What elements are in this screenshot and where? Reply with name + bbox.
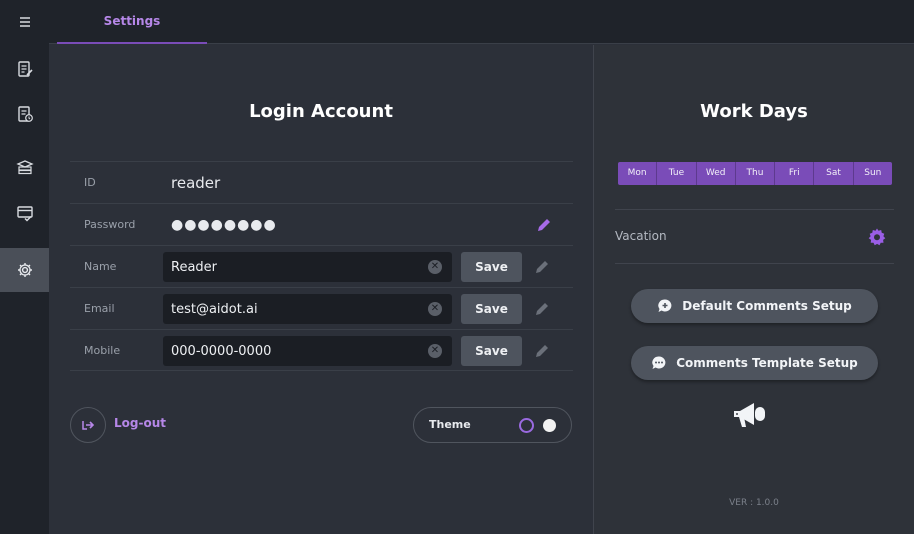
email-row: Email ✕ Save <box>70 287 573 329</box>
name-field: ✕ <box>163 252 452 282</box>
name-row: Name ✕ Save <box>70 245 573 287</box>
default-comments-setup-label: Default Comments Setup <box>682 299 852 313</box>
email-input[interactable] <box>163 294 423 324</box>
megaphone-icon[interactable] <box>731 399 769 433</box>
mobile-input[interactable] <box>163 336 423 366</box>
mobile-row: Mobile ✕ Save <box>70 329 573 371</box>
id-value: reader <box>171 174 221 192</box>
day-sat[interactable]: Sat <box>814 162 854 185</box>
theme-toggle[interactable]: Theme <box>413 407 572 443</box>
logout-icon <box>82 421 95 430</box>
comment-add-icon <box>658 299 672 312</box>
day-wed[interactable]: Wed <box>697 162 736 185</box>
vacation-settings-icon[interactable] <box>867 227 887 247</box>
sidebar-item-settings[interactable] <box>0 248 49 292</box>
card-check-icon <box>16 206 33 222</box>
work-days-selector: Mon Tue Wed Thu Fri Sat Sun <box>618 162 892 185</box>
login-account-title: Login Account <box>249 101 393 122</box>
divider <box>615 263 894 264</box>
day-tue[interactable]: Tue <box>657 162 697 185</box>
sidebar-item-edit[interactable] <box>0 47 49 91</box>
sidebar <box>0 0 49 534</box>
name-input[interactable] <box>163 252 423 282</box>
menu-icon <box>19 17 30 27</box>
edit-email-icon[interactable] <box>534 301 550 317</box>
mobile-label: Mobile <box>84 344 121 357</box>
graduation-cap-icon <box>15 160 34 175</box>
id-row: ID reader <box>70 161 573 203</box>
clear-mobile-icon[interactable]: ✕ <box>428 344 442 358</box>
comment-dots-icon <box>652 356 666 369</box>
vacation-label: Vacation <box>615 229 667 243</box>
day-sun[interactable]: Sun <box>854 162 892 185</box>
password-value: ●●●●●●●● <box>171 217 277 233</box>
comments-template-setup-button[interactable]: Comments Template Setup <box>631 346 878 380</box>
edit-mobile-icon[interactable] <box>534 343 550 359</box>
menu-button[interactable] <box>0 0 49 44</box>
email-label: Email <box>84 302 115 315</box>
password-row: Password ●●●●●●●● <box>70 203 573 245</box>
save-name-button[interactable]: Save <box>461 252 522 282</box>
theme-option-dark[interactable] <box>519 418 534 433</box>
edit-name-icon[interactable] <box>534 259 550 275</box>
mobile-field: ✕ <box>163 336 452 366</box>
edit-password-icon[interactable] <box>536 217 552 233</box>
login-account-panel: Login Account ID reader Password ●●●●●●●… <box>49 45 593 534</box>
id-label: ID <box>84 176 96 189</box>
tab-settings[interactable]: Settings <box>57 0 207 44</box>
save-email-button[interactable]: Save <box>461 294 522 324</box>
day-thu[interactable]: Thu <box>736 162 776 185</box>
name-label: Name <box>84 260 117 273</box>
logout-button[interactable] <box>70 407 106 443</box>
default-comments-setup-button[interactable]: Default Comments Setup <box>631 289 878 323</box>
sidebar-item-card[interactable] <box>0 191 49 235</box>
document-clock-icon <box>17 106 33 122</box>
edit-document-icon <box>17 61 33 77</box>
password-label: Password <box>84 218 136 231</box>
work-days-title: Work Days <box>700 101 808 122</box>
clear-email-icon[interactable]: ✕ <box>428 302 442 316</box>
day-fri[interactable]: Fri <box>775 162 815 185</box>
clear-name-icon[interactable]: ✕ <box>428 260 442 274</box>
day-mon[interactable]: Mon <box>618 162 658 185</box>
work-days-panel: Work Days Mon Tue Wed Thu Fri Sat Sun Va… <box>594 45 914 534</box>
sidebar-item-education[interactable] <box>0 145 49 189</box>
theme-option-light[interactable] <box>543 419 556 432</box>
email-field: ✕ <box>163 294 452 324</box>
version-label: VER : 1.0.0 <box>729 498 779 508</box>
divider <box>615 209 894 210</box>
gear-icon <box>17 263 32 277</box>
theme-label: Theme <box>429 418 471 431</box>
sidebar-item-history[interactable] <box>0 92 49 136</box>
save-mobile-button[interactable]: Save <box>461 336 522 366</box>
logout-link[interactable]: Log-out <box>114 416 166 430</box>
top-bar: Settings <box>49 0 914 44</box>
comments-template-setup-label: Comments Template Setup <box>676 356 858 370</box>
